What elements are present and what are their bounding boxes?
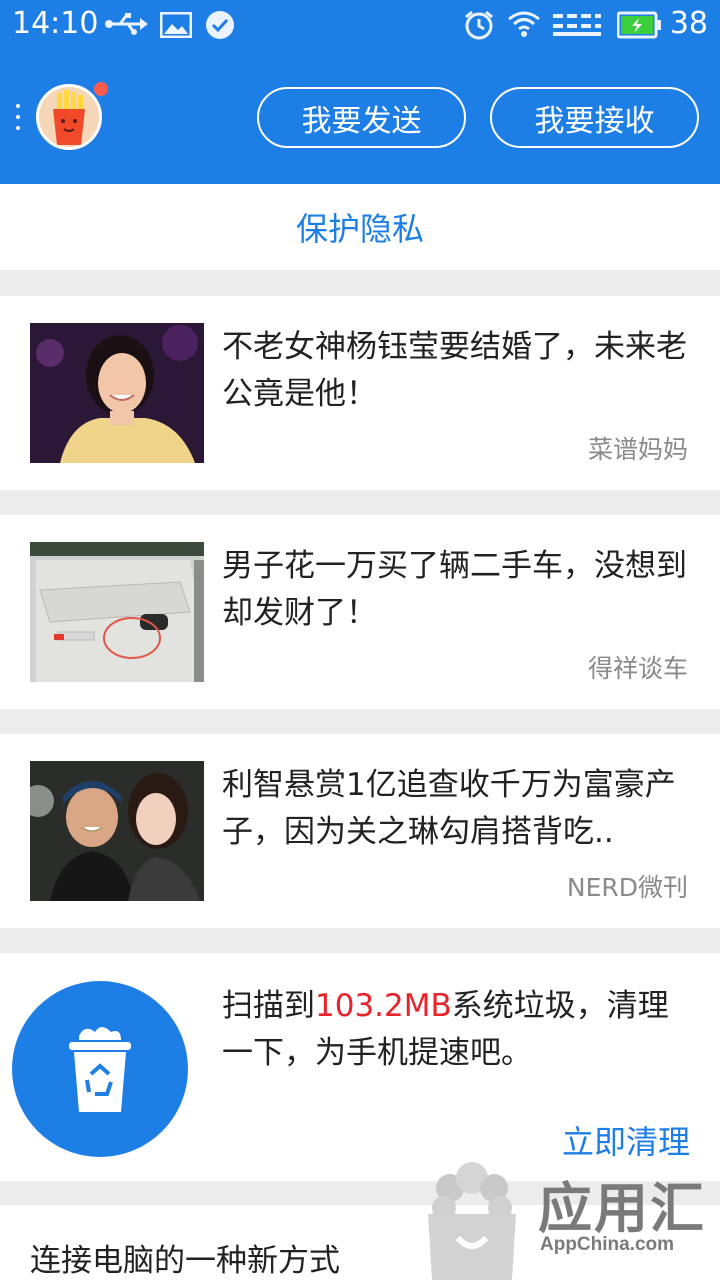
trash-recycle-icon	[69, 1027, 131, 1112]
news-source: 得祥谈车	[587, 654, 688, 683]
watermark-title: 应用汇	[538, 1177, 706, 1240]
privacy-banner[interactable]: 保护隐私	[0, 184, 720, 270]
privacy-label: 保护隐私	[295, 210, 424, 248]
news-item[interactable]: 男子花一万买了辆二手车，没想到却发财了！ 得祥谈车	[0, 515, 720, 709]
appchina-logo-icon	[428, 1162, 516, 1280]
news-thumbnail	[30, 323, 204, 463]
check-circle-icon	[206, 11, 234, 39]
cleanup-prefix: 扫描到	[222, 988, 315, 1024]
send-button[interactable]: 我要发送	[257, 87, 466, 148]
status-time: 14:10	[12, 6, 99, 41]
woman-portrait-image	[30, 323, 204, 463]
cleanup-card[interactable]: 扫描到103.2MB系统垃圾，清理一下，为手机提速吧。 立即清理	[0, 953, 720, 1181]
watermark-subtitle: AppChina.com	[540, 1234, 675, 1255]
news-thumbnail	[30, 761, 204, 901]
fries-avatar-icon	[53, 90, 85, 145]
couple-photo-image	[30, 761, 204, 901]
news-source: 菜谱妈妈	[587, 435, 688, 464]
car-door-image	[30, 542, 204, 682]
wifi-icon	[508, 11, 540, 37]
news-title: 不老女神杨钰莹要结婚了，未来老公竟是他！	[222, 329, 687, 412]
app-header: 14:10 38 我要发送 我要接收	[0, 0, 720, 184]
news-title: 利智悬赏1亿追查收千万为富豪产子，因为关之琳勾肩搭背吃..	[222, 767, 676, 850]
news-item[interactable]: 利智悬赏1亿追查收千万为富豪产子，因为关之琳勾肩搭背吃.. NERD微刊	[0, 734, 720, 928]
news-source: NERD微刊	[566, 873, 688, 902]
receive-button[interactable]: 我要接收	[490, 87, 699, 148]
battery-level: 38	[669, 6, 708, 41]
avatar[interactable]	[36, 84, 102, 150]
trash-circle	[12, 981, 188, 1157]
image-icon	[160, 12, 192, 38]
alarm-icon	[465, 10, 493, 40]
status-bar: 14:10 38	[0, 0, 720, 52]
usb-icon	[105, 13, 148, 35]
signal-icon	[553, 14, 601, 36]
cleanup-message: 扫描到103.2MB系统垃圾，清理一下，为手机提速吧。	[222, 983, 697, 1077]
battery-icon	[617, 11, 661, 39]
news-title: 男子花一万买了辆二手车，没想到却发财了！	[222, 548, 687, 631]
news-thumbnail	[30, 542, 204, 682]
connect-pc-title: 连接电脑的一种新方式	[30, 1243, 340, 1279]
appchina-watermark: 应用汇 AppChina.com	[420, 1150, 720, 1280]
news-item[interactable]: 不老女神杨钰莹要结婚了，未来老公竟是他！ 菜谱妈妈	[0, 296, 720, 490]
more-menu-icon[interactable]	[14, 104, 22, 130]
notification-dot	[94, 82, 108, 96]
junk-size: 103.2MB	[315, 988, 452, 1024]
